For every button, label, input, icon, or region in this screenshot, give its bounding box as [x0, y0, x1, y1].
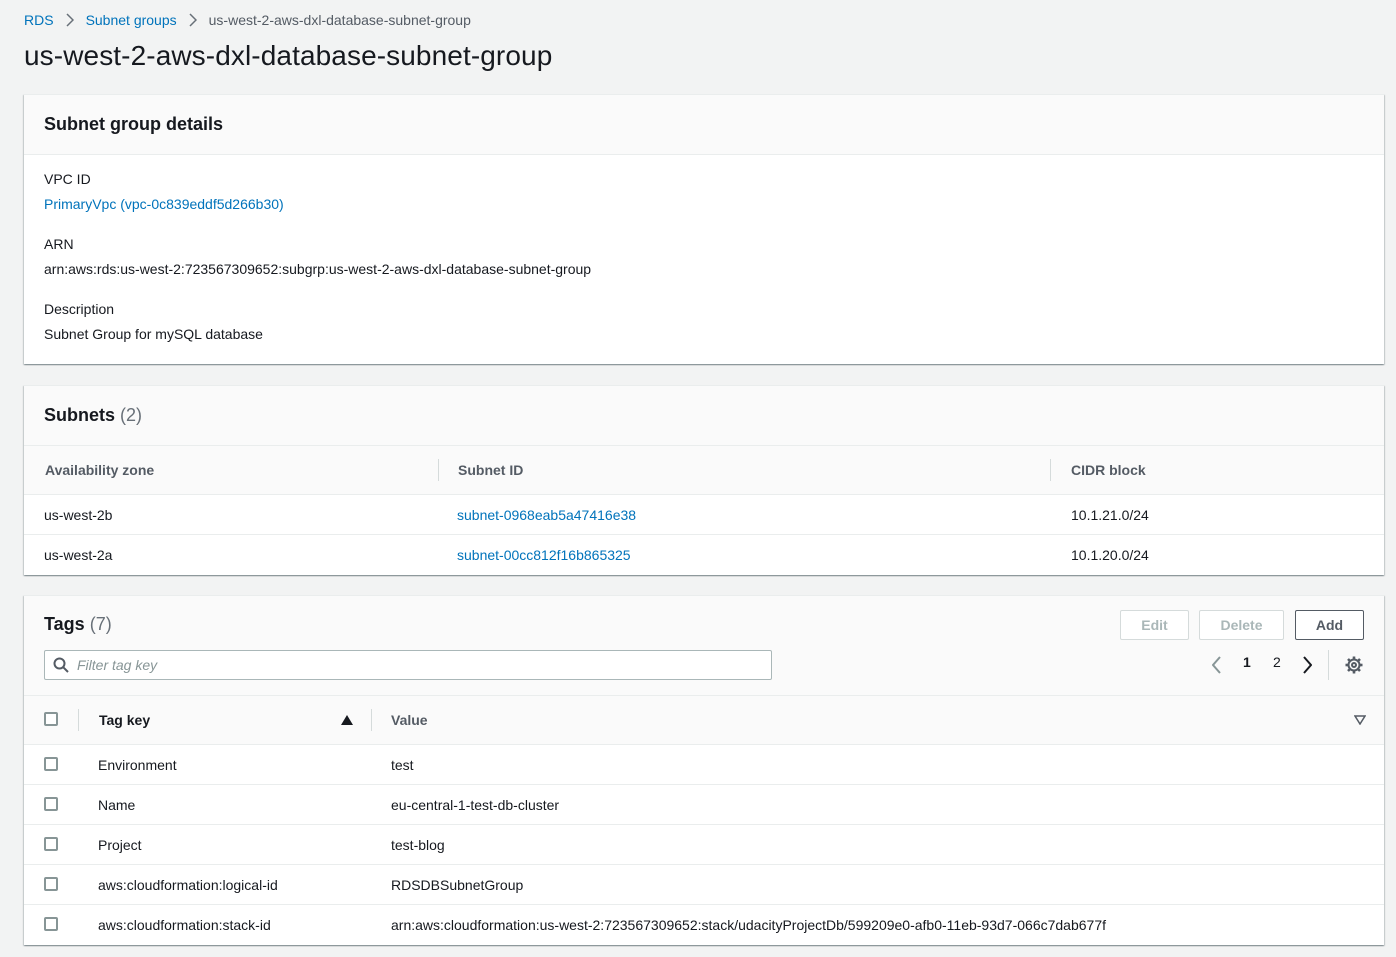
edit-button[interactable]: Edit — [1120, 610, 1189, 640]
tags-count: (7) — [89, 614, 112, 634]
column-value[interactable]: Value — [391, 696, 428, 745]
column-divider — [78, 709, 79, 731]
chevron-right-icon[interactable] — [1302, 656, 1312, 674]
column-cidr-block[interactable]: CIDR block — [1071, 446, 1146, 495]
subnet-group-details-panel: Subnet group details VPC ID PrimaryVpc (… — [24, 94, 1384, 364]
row-checkbox[interactable] — [44, 757, 58, 771]
column-availability-zone[interactable]: Availability zone — [45, 446, 154, 495]
vpc-id-link[interactable]: PrimaryVpc (vpc-0c839eddf5d266b30) — [44, 196, 284, 212]
cell-cidr: 10.1.20.0/24 — [1071, 547, 1149, 563]
cell-cidr: 10.1.21.0/24 — [1071, 507, 1149, 523]
column-divider — [371, 709, 372, 731]
subnet-id-link[interactable]: subnet-00cc812f16b865325 — [457, 535, 631, 575]
tag-key: Name — [98, 797, 136, 813]
tag-key: aws:cloudformation:stack-id — [98, 917, 271, 933]
tags-title: Tags — [44, 614, 85, 634]
column-divider — [1050, 459, 1051, 481]
tags-table-header: Tag key Value — [24, 696, 1384, 745]
panel-header: Subnet group details — [24, 95, 1384, 155]
cell-az: us-west-2a — [44, 547, 113, 563]
table-row: Environment test — [24, 745, 1384, 785]
breadcrumb-subnet-groups[interactable]: Subnet groups — [86, 12, 177, 28]
cell-az: us-west-2b — [44, 507, 113, 523]
column-divider — [438, 459, 439, 481]
page-title: us-west-2-aws-dxl-database-subnet-group — [24, 40, 553, 71]
tag-value: RDSDBSubnetGroup — [391, 877, 524, 893]
breadcrumb: RDS Subnet groups us-west-2-aws-dxl-data… — [24, 10, 471, 30]
row-checkbox[interactable] — [44, 797, 58, 811]
tag-value: eu-central-1-test-db-cluster — [391, 797, 560, 813]
caret-down-icon[interactable] — [1354, 715, 1366, 725]
table-row: aws:cloudformation:logical-id RDSDBSubne… — [24, 865, 1384, 905]
tag-key: Project — [98, 837, 142, 853]
panel-title: Subnet group details — [44, 114, 224, 134]
sort-ascending-icon[interactable] — [341, 715, 353, 725]
chevron-right-icon — [189, 13, 197, 27]
tag-value: test-blog — [391, 837, 445, 853]
select-all-checkbox[interactable] — [44, 712, 58, 726]
page-2[interactable]: 2 — [1273, 654, 1281, 670]
arn-value: arn:aws:rds:us-west-2:723567309652:subgr… — [44, 261, 592, 277]
chevron-right-icon — [66, 13, 74, 27]
table-row: aws:cloudformation:stack-id arn:aws:clou… — [24, 905, 1384, 945]
tag-value: test — [391, 757, 414, 773]
tag-key: Environment — [98, 757, 177, 773]
table-row: Project test-blog — [24, 825, 1384, 865]
subnets-count: (2) — [120, 405, 143, 425]
description-label: Description — [44, 301, 115, 317]
arn-field: ARN arn:aws:rds:us-west-2:723567309652:s… — [44, 234, 591, 279]
arn-label: ARN — [44, 236, 74, 252]
add-button[interactable]: Add — [1295, 610, 1364, 640]
tag-value: arn:aws:cloudformation:us-west-2:7235673… — [391, 917, 1106, 933]
table-row: Name eu-central-1-test-db-cluster — [24, 785, 1384, 825]
column-tag-key[interactable]: Tag key — [99, 696, 150, 745]
row-checkbox[interactable] — [44, 877, 58, 891]
subnets-panel: Subnets (2) Availability zone Subnet ID … — [24, 385, 1384, 575]
subnet-id-link[interactable]: subnet-0968eab5a47416e38 — [457, 495, 636, 535]
subnets-title: Subnets — [44, 405, 116, 425]
row-checkbox[interactable] — [44, 917, 58, 931]
table-row: us-west-2b subnet-0968eab5a47416e38 10.1… — [24, 495, 1384, 535]
page-1[interactable]: 1 — [1243, 654, 1251, 670]
table-row: us-west-2a subnet-00cc812f16b865325 10.1… — [24, 535, 1384, 575]
delete-button[interactable]: Delete — [1199, 610, 1284, 640]
gear-icon[interactable] — [1345, 656, 1363, 674]
breadcrumb-rds[interactable]: RDS — [24, 12, 54, 28]
panel-title: Tags (7) — [44, 614, 112, 635]
description-field: Description Subnet Group for mySQL datab… — [44, 299, 263, 344]
filter-input[interactable] — [77, 657, 757, 673]
row-checkbox[interactable] — [44, 837, 58, 851]
breadcrumb-current: us-west-2-aws-dxl-database-subnet-group — [208, 12, 471, 28]
search-icon — [53, 657, 69, 673]
tags-panel: Tags (7) Edit Delete Add 1 2 — [24, 595, 1384, 945]
panel-header: Tags (7) Edit Delete Add 1 2 — [24, 596, 1384, 696]
subnets-table-header: Availability zone Subnet ID CIDR block — [24, 446, 1384, 495]
panel-title: Subnets (2) — [44, 405, 142, 426]
vpc-id-label: VPC ID — [44, 171, 91, 187]
column-subnet-id[interactable]: Subnet ID — [458, 446, 523, 495]
tag-key: aws:cloudformation:logical-id — [98, 877, 278, 893]
filter-tag-key[interactable] — [44, 650, 772, 680]
chevron-left-icon[interactable] — [1212, 656, 1222, 674]
pagination-divider — [1328, 650, 1329, 680]
vpc-id-field: VPC ID PrimaryVpc (vpc-0c839eddf5d266b30… — [44, 169, 284, 214]
panel-header: Subnets (2) — [24, 386, 1384, 446]
description-value: Subnet Group for mySQL database — [44, 326, 263, 342]
